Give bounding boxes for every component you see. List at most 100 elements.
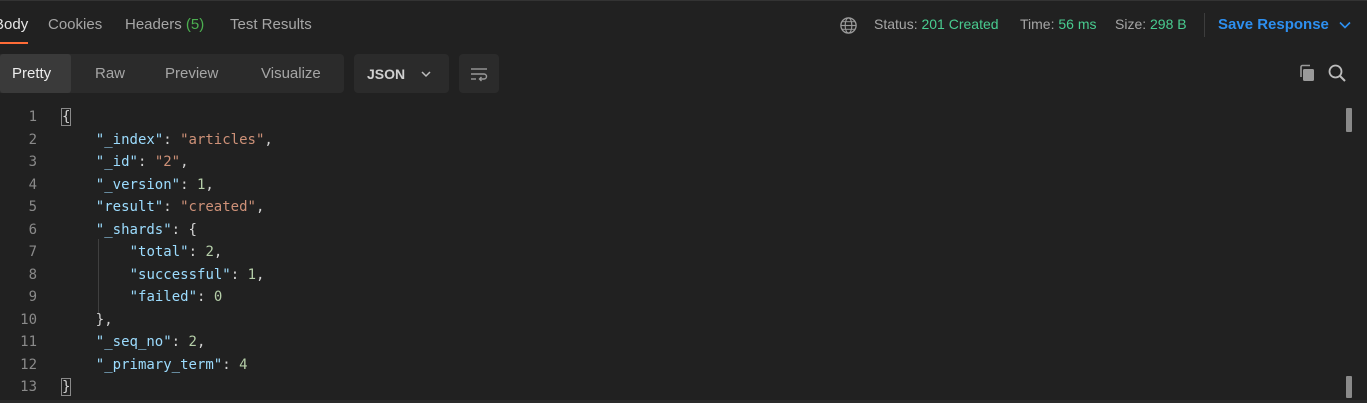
vertical-scrollbar[interactable]	[1346, 104, 1354, 403]
divider	[1204, 13, 1205, 37]
json-key: "_shards"	[95, 221, 172, 238]
json-punctuation: :	[180, 176, 197, 193]
json-punctuation: :	[171, 334, 189, 350]
copy-icon[interactable]	[1297, 63, 1317, 83]
json-punctuation: }	[60, 378, 72, 396]
code-line: 1{	[0, 106, 1340, 128]
line-number: 3	[28, 154, 37, 170]
line-number: 7	[28, 244, 37, 260]
status-value: 201 Created	[921, 16, 999, 32]
tab-cookies[interactable]: Cookies	[48, 16, 102, 33]
code-line: 9 "failed": 0	[0, 286, 1340, 308]
chevron-down-icon	[421, 71, 431, 78]
code-text: "_shards": {	[96, 219, 197, 241]
json-punctuation: ,	[255, 199, 265, 215]
scrollbar-thumb[interactable]	[1346, 108, 1352, 132]
json-punctuation: :	[230, 266, 248, 283]
time-value: 56 ms	[1058, 16, 1097, 32]
json-key: "_id"	[95, 154, 138, 170]
json-string: "created"	[180, 199, 256, 215]
code-line: 4 "_version": 1,	[0, 174, 1340, 196]
code-text: "failed": 0	[130, 286, 223, 308]
size-indicator[interactable]: Size: 298 B	[1115, 16, 1187, 32]
json-punctuation: ,	[213, 244, 223, 260]
code-text: "result": "created",	[96, 196, 265, 218]
mode-preview[interactable]: Preview	[165, 54, 218, 93]
code-line: 6 "_shards": {	[0, 219, 1340, 241]
headers-count-badge: (5)	[185, 16, 205, 33]
code-line: 12 "_primary_term": 4	[0, 354, 1340, 376]
json-punctuation: {	[60, 108, 72, 126]
line-number: 10	[20, 311, 37, 328]
json-punctuation: ,	[180, 154, 189, 170]
response-body-editor[interactable]: 1{2 "_index": "articles", 3 "_id": "2", 4 "_v…	[0, 104, 1340, 403]
code-text: "total": 2,	[130, 241, 223, 263]
code-text: "_id": "2",	[96, 151, 189, 173]
line-number: 2	[28, 131, 37, 148]
mode-visualize[interactable]: Visualize	[261, 54, 321, 93]
code-text: }	[60, 376, 72, 398]
json-key: "_index"	[95, 131, 164, 148]
json-punctuation: : {	[171, 221, 197, 238]
format-select[interactable]: JSON	[354, 54, 449, 93]
line-number: 9	[28, 289, 37, 305]
json-number: 4	[239, 356, 248, 373]
json-punctuation: :	[163, 199, 181, 215]
word-wrap-button[interactable]	[459, 54, 499, 93]
code-line: 5 "result": "created",	[0, 196, 1340, 218]
tab-headers[interactable]: Headers (5)	[125, 16, 204, 33]
line-number: 6	[28, 221, 37, 238]
code-text: "_index": "articles",	[96, 129, 273, 151]
globe-icon[interactable]	[839, 16, 858, 35]
mode-raw[interactable]: Raw	[95, 54, 125, 93]
json-key: "failed"	[129, 289, 198, 305]
line-number: 13	[20, 379, 37, 395]
status-label: Status:	[874, 16, 918, 32]
line-number: 1	[28, 109, 37, 125]
json-number: 2	[188, 334, 197, 350]
mode-pretty[interactable]: Pretty	[0, 54, 71, 93]
code-line: 11 "_seq_no": 2,	[0, 331, 1340, 353]
json-number: 1	[247, 266, 257, 283]
json-key: "_seq_no"	[95, 334, 172, 350]
word-wrap-icon	[471, 68, 488, 82]
line-number: 5	[28, 199, 37, 215]
tab-test-results[interactable]: Test Results	[230, 16, 312, 33]
time-label: Time:	[1020, 16, 1055, 32]
code-line: 3 "_id": "2",	[0, 151, 1340, 173]
response-tabs-bar: Body Cookies Headers (5) Test Results St…	[0, 0, 1367, 48]
code-line: 2 "_index": "articles",	[0, 129, 1340, 151]
code-line: 8 "successful": 1,	[0, 264, 1340, 286]
time-indicator[interactable]: Time: 56 ms	[1020, 16, 1097, 32]
json-key: "result"	[95, 199, 164, 215]
json-punctuation: :	[163, 131, 181, 148]
save-response-button[interactable]: Save Response	[1218, 16, 1329, 33]
json-punctuation: },	[95, 311, 113, 328]
view-mode-switcher: Pretty Raw Preview Visualize	[0, 54, 344, 93]
tab-body[interactable]: Body	[0, 16, 28, 33]
search-icon[interactable]	[1327, 63, 1347, 83]
json-punctuation: ,	[196, 334, 206, 350]
status-indicator[interactable]: Status: 201 Created	[874, 16, 999, 32]
json-punctuation: ,	[264, 131, 273, 148]
code-text: "_seq_no": 2,	[96, 331, 206, 353]
code-line: 7 "total": 2,	[0, 241, 1340, 263]
line-number: 12	[20, 356, 37, 373]
size-value: 298 B	[1150, 16, 1187, 32]
json-punctuation: :	[137, 154, 155, 170]
code-text: },	[96, 309, 113, 331]
line-number: 8	[28, 266, 37, 283]
code-line: 10},	[0, 309, 1340, 331]
active-tab-indicator	[0, 42, 28, 44]
json-key: "_version"	[95, 176, 181, 193]
json-key: "total"	[129, 244, 189, 260]
json-number: 2	[205, 244, 214, 260]
format-value: JSON	[367, 66, 406, 82]
size-label: Size:	[1115, 16, 1147, 32]
code-text: "_primary_term": 4	[96, 354, 248, 376]
code-text: "_version": 1,	[96, 174, 214, 196]
code-text: {	[60, 106, 72, 128]
chevron-down-icon[interactable]	[1338, 18, 1352, 32]
tab-headers-label: Headers	[125, 16, 182, 33]
json-punctuation: :	[222, 356, 240, 373]
